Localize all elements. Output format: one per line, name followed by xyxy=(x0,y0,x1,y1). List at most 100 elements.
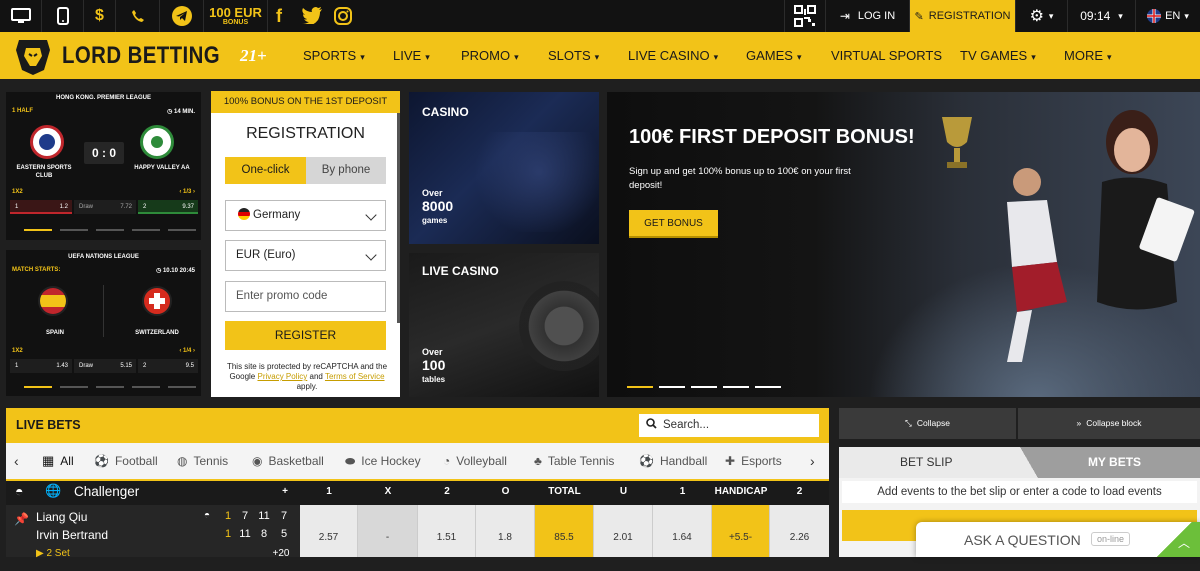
ask-question-widget[interactable]: ASK A QUESTION on-line ︿ xyxy=(916,522,1200,557)
odd-cell[interactable]: 85.5 xyxy=(535,505,594,557)
more-markets-count[interactable]: +20 xyxy=(266,548,296,559)
tab-one-click[interactable]: One-click xyxy=(225,157,306,184)
bet-slip-empty-text: Add events to the bet slip or enter a co… xyxy=(842,481,1197,503)
form-scrollbar[interactable] xyxy=(397,113,400,323)
edit-icon: ✎ xyxy=(914,10,924,23)
live-match-card-1[interactable]: HONG KONG. PREMIER LEAGUE 1 HALF ◷ 14 MI… xyxy=(6,92,201,240)
odd-cell[interactable]: - xyxy=(358,505,418,557)
clock-dropdown[interactable]: 09:14 ▾ xyxy=(1068,0,1136,32)
collapse-block-label: Collapse block xyxy=(1086,418,1142,428)
slider-dot[interactable] xyxy=(627,386,653,388)
category-football[interactable]: ⚽ Football xyxy=(94,443,158,479)
slider-dot[interactable] xyxy=(132,229,160,231)
slider-dot[interactable] xyxy=(60,386,88,388)
odd-cell[interactable]: 1.64 xyxy=(653,505,712,557)
odd-button[interactable]: 2 9.5 xyxy=(138,359,198,373)
odd-cell[interactable]: +5.5- xyxy=(712,505,770,557)
currency-select[interactable]: EUR (Euro) xyxy=(225,240,386,271)
slider-dot[interactable] xyxy=(723,386,749,388)
nav-item-promo[interactable]: PROMO ▾ xyxy=(461,32,519,79)
nav-item-more[interactable]: MORE ▾ xyxy=(1064,32,1112,79)
mobile-icon[interactable] xyxy=(42,0,84,32)
category-esports[interactable]: ✚ Esports xyxy=(725,443,782,479)
league-name[interactable]: Challenger xyxy=(74,481,139,503)
brand-name[interactable]: LORD BETTING xyxy=(62,32,220,79)
category-volleyball[interactable]: ◔ Volleyball xyxy=(443,443,507,479)
country-select[interactable]: Germany xyxy=(225,200,386,231)
slider-dot[interactable] xyxy=(168,229,196,231)
tab-bet-slip[interactable]: BET SLIP xyxy=(839,447,1029,478)
odd-button[interactable]: Draw 7.72 xyxy=(74,200,136,214)
pin-icon[interactable]: 📌 xyxy=(14,512,29,526)
upcoming-match-card[interactable]: UEFA NATIONS LEAGUE MATCH STARTS: ◷ 10.1… xyxy=(6,250,201,396)
search-input[interactable]: Search... xyxy=(639,414,819,437)
column-header: TOTAL xyxy=(548,486,581,497)
category-basketball[interactable]: ◉ Basketball xyxy=(252,443,324,479)
odd-cell[interactable]: 1.51 xyxy=(418,505,476,557)
odd-button[interactable]: 1 1.2 xyxy=(10,200,72,214)
slider-dot[interactable] xyxy=(691,386,717,388)
slider-dot[interactable] xyxy=(168,386,196,388)
nav-item-live-casino[interactable]: LIVE CASINO ▾ xyxy=(628,32,718,79)
currency-value: EUR (Euro) xyxy=(236,249,296,261)
category-tennis[interactable]: ◍ Tennis xyxy=(177,443,228,479)
odd-cell[interactable]: 2.01 xyxy=(594,505,653,557)
score-cell: 1 xyxy=(224,510,232,522)
language-dropdown[interactable]: EN ▾ xyxy=(1136,0,1200,32)
odd-button[interactable]: 1 1.43 xyxy=(10,359,72,373)
odd-button[interactable]: Draw 5.15 xyxy=(74,359,136,373)
odd-button[interactable]: 2 9.37 xyxy=(138,200,198,214)
settings-dropdown[interactable]: ⚙ ▾ xyxy=(1016,0,1068,32)
collapse-block-button[interactable]: » Collapse block xyxy=(1018,408,1200,439)
odd-cell[interactable]: 2.57 xyxy=(300,505,358,557)
nav-item-sports[interactable]: SPORTS ▾ xyxy=(303,32,365,79)
promo-banner[interactable]: 100€ FIRST DEPOSIT BONUS! Sign up and ge… xyxy=(607,92,1200,397)
category-label: Handball xyxy=(659,454,708,468)
privacy-policy-link[interactable]: Privacy Policy xyxy=(257,372,307,381)
odd-cell[interactable]: 1.8 xyxy=(476,505,535,557)
scroll-right-button[interactable]: › xyxy=(810,443,815,479)
slider-dot[interactable] xyxy=(24,386,52,388)
score-cell: 1 xyxy=(224,528,232,540)
category-ice-hockey[interactable]: ⬬ Ice Hockey xyxy=(345,443,421,479)
telegram-icon[interactable] xyxy=(160,0,204,32)
odd-cell[interactable]: 2.26 xyxy=(770,505,829,557)
slider-dot[interactable] xyxy=(60,229,88,231)
slider-dot[interactable] xyxy=(132,386,160,388)
dollar-icon[interactable]: $ xyxy=(84,0,116,32)
casino-tile[interactable]: CASINO Over 8000 games xyxy=(409,92,599,244)
login-button[interactable]: ⇥ LOG IN xyxy=(826,0,910,32)
phone-icon[interactable] xyxy=(116,0,160,32)
lion-logo-icon[interactable] xyxy=(14,36,52,76)
bonus-badge[interactable]: 100 EUR BONUS xyxy=(204,0,268,32)
slider-dot[interactable] xyxy=(96,229,124,231)
registration-button[interactable]: ✎ REGISTRATION xyxy=(910,0,1016,32)
twitter-icon[interactable] xyxy=(302,7,322,27)
slider-dot[interactable] xyxy=(24,229,52,231)
desktop-icon[interactable] xyxy=(0,0,42,32)
register-button[interactable]: REGISTER xyxy=(225,321,386,350)
tab-by-phone[interactable]: By phone xyxy=(306,157,386,184)
nav-item-live[interactable]: LIVE ▾ xyxy=(393,32,430,79)
nav-item-tv-games[interactable]: TV GAMES ▾ xyxy=(960,32,1036,79)
collapse-button[interactable]: ⤡ Collapse xyxy=(839,408,1016,439)
promo-code-input[interactable]: Enter promo code xyxy=(225,281,386,312)
live-casino-tile[interactable]: LIVE CASINO Over 100 tables xyxy=(409,253,599,397)
chevron-down-icon: ▾ xyxy=(1048,10,1054,21)
slider-dot[interactable] xyxy=(755,386,781,388)
tab-my-bets[interactable]: MY BETS xyxy=(1029,447,1200,478)
qr-code-icon[interactable] xyxy=(784,0,826,32)
facebook-icon[interactable]: f xyxy=(276,6,290,26)
nav-item-slots[interactable]: SLOTS ▾ xyxy=(548,32,599,79)
slider-dot[interactable] xyxy=(96,386,124,388)
instagram-icon[interactable] xyxy=(334,7,352,28)
nav-item-virtual-sports[interactable]: VIRTUAL SPORTS xyxy=(831,32,942,79)
nav-item-games[interactable]: GAMES ▾ xyxy=(746,32,802,79)
category-all[interactable]: ▦ All xyxy=(42,443,74,479)
terms-of-service-link[interactable]: Terms of Service xyxy=(325,372,385,381)
category-table-tennis[interactable]: ♣ Table Tennis xyxy=(534,443,614,479)
get-bonus-button[interactable]: GET BONUS xyxy=(629,210,718,238)
scroll-left-button[interactable]: ‹ xyxy=(14,443,19,479)
slider-dot[interactable] xyxy=(659,386,685,388)
category-handball[interactable]: ⚽ Handball xyxy=(639,443,707,479)
